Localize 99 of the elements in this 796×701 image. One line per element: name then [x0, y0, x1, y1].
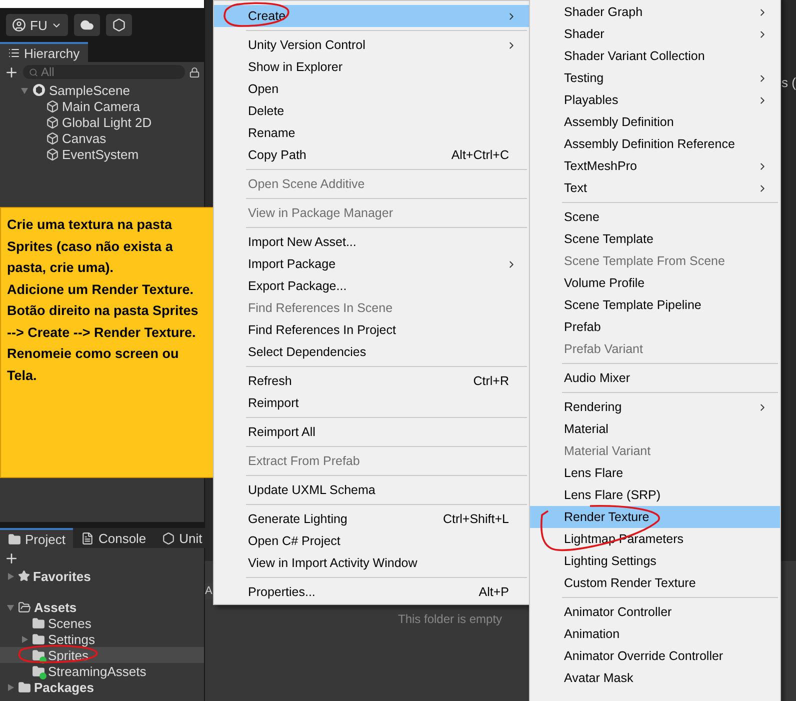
menu-item[interactable]: Volume Profile: [530, 272, 780, 294]
menu-item[interactable]: Animator Override Controller: [530, 645, 780, 667]
menu-item[interactable]: Scene Template Pipeline: [530, 294, 780, 316]
menu-item[interactable]: Copy Path Alt+Ctrl+C: [214, 144, 529, 166]
expanded-arrow-icon[interactable]: [6, 602, 15, 612]
menu-item[interactable]: Assembly Definition: [530, 111, 780, 133]
menu-item[interactable]: Lighting Settings: [530, 550, 780, 572]
menu-item[interactable]: Testing: [530, 67, 780, 89]
panel-tab[interactable]: Console: [73, 528, 154, 548]
tree-item[interactable]: Settings: [48, 632, 95, 646]
menu-item[interactable]: Playables: [530, 89, 780, 111]
menu-item[interactable]: Find References In Project: [214, 319, 529, 341]
menu-item[interactable]: Prefab: [530, 316, 780, 338]
folder-icon: [32, 648, 45, 662]
menu-item[interactable]: Custom Render Texture: [530, 572, 780, 594]
menu-item[interactable]: Lens Flare (SRP): [530, 484, 780, 506]
hexagon-icon: [112, 18, 126, 32]
menu-item[interactable]: Generate Lighting Ctrl+Shift+L: [214, 508, 529, 530]
menu-item[interactable]: Create: [214, 5, 529, 27]
menu-item[interactable]: Shader Variant Collection: [530, 45, 780, 67]
cube-icon: [46, 100, 59, 112]
menu-item[interactable]: Render Texture: [530, 506, 780, 528]
collapsed-arrow-icon[interactable]: [6, 572, 15, 580]
menu-item[interactable]: Text: [530, 177, 780, 199]
tree-item[interactable]: Canvas: [62, 130, 106, 146]
add-icon[interactable]: [4, 64, 19, 80]
note-text: Renomeie como screen ou Tela.: [7, 345, 180, 384]
hierarchy-tab[interactable]: Hierarchy: [0, 42, 88, 62]
menu-item[interactable]: Shader Graph: [530, 1, 780, 23]
cube-icon: [46, 148, 59, 160]
menu-item[interactable]: Properties... Alt+P: [214, 581, 529, 603]
menu-item[interactable]: Import Package: [214, 253, 529, 275]
menu-item[interactable]: Export Package...: [214, 275, 529, 297]
tree-item[interactable]: Packages: [34, 680, 94, 694]
tree-item[interactable]: Global Light 2D: [62, 114, 152, 130]
menu-item[interactable]: Select Dependencies: [214, 341, 529, 363]
tree-item[interactable]: Favorites: [33, 568, 91, 584]
menu-item[interactable]: Open C# Project: [214, 530, 529, 552]
menu-item[interactable]: Lens Flare: [530, 462, 780, 484]
menu-item[interactable]: Animation: [530, 623, 780, 645]
menu-item[interactable]: Shader: [530, 23, 780, 45]
menu-item[interactable]: Delete: [214, 100, 529, 122]
folder-icon: [18, 680, 31, 694]
menu-item[interactable]: Lightmap Parameters: [530, 528, 780, 550]
folder-icon: [32, 616, 45, 630]
menu-item[interactable]: Scene: [530, 206, 780, 228]
cube-icon: [46, 132, 59, 144]
menu-item[interactable]: Animator Controller: [530, 601, 780, 623]
note-text: Crie uma textura na pasta Sprites (caso não exista a pasta, crie uma).: [7, 216, 174, 277]
menu-item[interactable]: Rendering: [530, 396, 780, 418]
menu-item[interactable]: Assembly Definition Reference: [530, 133, 780, 155]
menu-item[interactable]: Avatar Mask: [530, 667, 780, 689]
menu-item[interactable]: View in Import Activity Window: [214, 552, 529, 574]
lock-icon[interactable]: [189, 66, 200, 78]
panel-tab[interactable]: Project: [0, 528, 74, 548]
menu-item[interactable]: Import New Asset...: [214, 231, 529, 253]
note-text: Botão direito na pasta Sprites --> Create --> Render Texture.: [7, 302, 200, 342]
menu-item[interactable]: Update UXML Schema: [214, 479, 529, 501]
search-icon: [29, 68, 38, 76]
tree-item[interactable]: Sprites: [48, 648, 88, 662]
menu-item[interactable]: TextMeshPro: [530, 155, 780, 177]
add-icon[interactable]: [4, 550, 19, 566]
column-header: A: [205, 583, 213, 599]
menu-item[interactable]: Refresh Ctrl+R: [214, 370, 529, 392]
folder-icon: [32, 664, 45, 678]
expanded-arrow-icon[interactable]: [20, 86, 29, 94]
star-icon: [18, 570, 30, 582]
menu-item[interactable]: Unity Version Control: [214, 34, 529, 56]
empty-folder-message: This folder is empty: [398, 612, 502, 626]
folder-icon: [8, 532, 21, 546]
cloud-button[interactable]: [74, 14, 100, 36]
selected-tree-row[interactable]: Sprites: [0, 647, 204, 663]
note-text: Adicione um Render Texture.: [7, 280, 195, 298]
settings-icon: [162, 532, 176, 544]
cloud-icon: [80, 18, 94, 32]
folder-icon: [32, 632, 45, 646]
menu-item[interactable]: Show in Explorer: [214, 56, 529, 78]
tree-item[interactable]: Main Camera: [62, 98, 140, 114]
services-button[interactable]: [106, 14, 132, 36]
console-icon: [81, 532, 94, 544]
menu-item[interactable]: Material: [530, 418, 780, 440]
menu-item[interactable]: Reimport All: [214, 421, 529, 443]
menu-item[interactable]: Reimport: [214, 392, 529, 414]
menu-item[interactable]: Rename: [214, 122, 529, 144]
tree-item[interactable]: EventSystem: [62, 146, 139, 162]
cube-icon: [46, 116, 59, 128]
menu-item[interactable]: Open: [214, 78, 529, 100]
tree-item[interactable]: Assets: [34, 600, 77, 614]
account-icon: [12, 18, 26, 32]
tree-item[interactable]: SampleScene: [49, 82, 130, 98]
tab-label[interactable]: s (: [782, 75, 796, 90]
collapsed-arrow-icon[interactable]: [6, 682, 15, 692]
tree-item[interactable]: Scenes: [48, 616, 92, 630]
menu-item[interactable]: Scene Template: [530, 228, 780, 250]
folder-icon: [18, 600, 31, 614]
collapsed-arrow-icon[interactable]: [20, 634, 29, 644]
menu-item[interactable]: Audio Mixer: [530, 367, 780, 389]
tree-item[interactable]: StreamingAssets: [48, 664, 146, 678]
account-button[interactable]: FU: [6, 14, 68, 36]
